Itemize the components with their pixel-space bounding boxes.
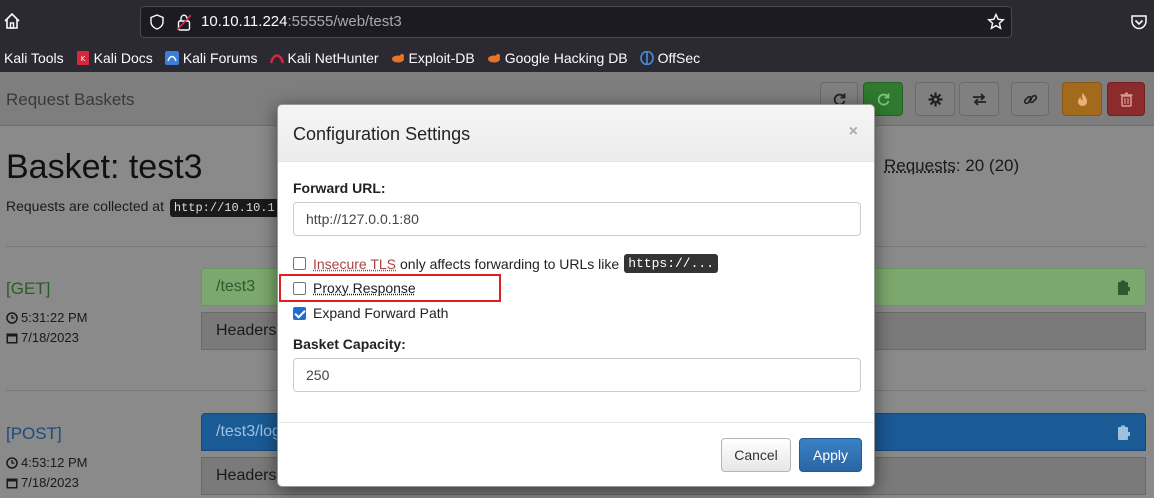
calendar-icon [6,333,18,343]
brand[interactable]: Request Baskets [6,90,135,110]
date-text: 7/18/2023 [21,330,79,345]
insecure-tls-label[interactable]: Insecure TLS [313,256,396,272]
bookmark-label: Kali Tools [4,50,64,66]
delete-basket-button[interactable] [1107,82,1145,116]
basket-title: Basket: test3 [6,148,203,186]
cancel-button[interactable]: Cancel [721,438,791,472]
insecure-tls-checkbox[interactable] [293,257,306,270]
requests-label: Requests [884,156,956,175]
basket-capacity-input[interactable] [293,358,861,392]
proxy-response-checkbox[interactable] [293,281,306,295]
bookmark-label: Kali Docs [93,50,153,66]
expand-forward-path-checkbox[interactable] [293,306,306,320]
insecure-tls-code: https://... [624,254,719,273]
modal-title: Configuration Settings [293,124,471,144]
config-settings-modal: Configuration Settings × Forward URL: In… [277,104,875,487]
gear-icon [928,92,942,106]
requests-count: : 20 (20) [955,156,1020,175]
link-icon [1023,94,1037,104]
request-path: /test3/log [216,423,281,440]
fire-icon [1077,92,1087,106]
bookmark-exploit-db[interactable]: Exploit-DB [391,50,475,66]
modal-footer-divider [278,422,874,423]
url-path: :55555/web/test3 [287,13,402,30]
settings-button[interactable] [915,82,955,116]
pocket-icon[interactable] [1130,13,1148,31]
time-text: 4:53:12 PM [21,455,88,470]
bookmark-label: Exploit-DB [408,50,475,66]
clear-requests-button[interactable] [1062,82,1102,116]
clipboard-icon[interactable] [1117,280,1131,296]
shield-icon[interactable] [149,14,165,30]
request-method: [POST] [6,424,62,443]
insecure-tls-text: only affects forwarding to URLs like [400,255,620,272]
bookmark-kali-docs[interactable]: K Kali Docs [76,50,153,66]
ghdb-icon [487,54,500,63]
request-date: 7/18/2023 [6,475,79,490]
nethunter-icon [269,54,284,64]
responses-button[interactable] [959,82,999,116]
exploit-db-icon [391,54,404,63]
requests-stat: Requests: 20 (20) [884,156,1019,176]
kali-forums-icon [164,51,179,65]
bookmark-star-icon[interactable] [987,13,1005,31]
bookmark-label: Kali NetHunter [287,50,379,66]
request-path: /test3 [216,278,256,295]
insecure-lock-icon[interactable] [177,14,191,31]
url-bar[interactable]: 10.10.11.224:55555/web/test3 [140,6,1012,38]
close-button[interactable]: × [849,123,858,141]
bookmark-label: OffSec [657,50,701,66]
bookmark-kali-nethunter[interactable]: Kali NetHunter [269,50,379,66]
proxy-response-label[interactable]: Proxy Response [313,280,416,296]
insecure-tls-row: Insecure TLS only affects forwarding to … [293,254,719,273]
expand-path-label[interactable]: Expand Forward Path [313,305,448,321]
basket-capacity-label: Basket Capacity: [293,336,406,352]
calendar-icon [6,478,18,488]
bookmark-offsec[interactable]: OffSec [639,50,701,66]
forward-url-label: Forward URL: [293,180,386,196]
request-date: 7/18/2023 [6,330,79,345]
kali-docs-icon: K [76,51,89,65]
url-host: 10.10.11.224 [201,13,288,30]
apply-button[interactable]: Apply [799,438,862,472]
date-text: 7/18/2023 [21,475,79,490]
headers-label: Headers [216,322,277,339]
clock-icon [6,311,18,324]
bookmark-kali-tools[interactable]: Kali Tools [4,50,64,66]
forward-url-input[interactable] [293,202,861,236]
refresh-icon [877,93,889,105]
bookmark-label: Kali Forums [182,50,258,66]
svg-text:K: K [80,55,85,63]
request-time: 5:31:22 PM [6,310,88,325]
modal-header: Configuration Settings × [278,105,874,162]
collected-url: http://10.10.1 [169,199,279,217]
expand-path-row: Expand Forward Path [293,305,448,321]
proxy-response-row: Proxy Response [293,280,416,296]
clock-icon [6,456,18,469]
home-icon[interactable] [3,12,21,30]
request-time: 4:53:12 PM [6,455,88,470]
bookmarks-bar: Kali Tools K Kali Docs Kali Forums Kali N… [0,44,1154,72]
bookmark-kali-forums[interactable]: Kali Forums [164,50,258,66]
bookmark-ghdb[interactable]: Google Hacking DB [487,50,628,66]
offsec-icon [639,51,654,65]
trash-icon [1120,92,1132,107]
time-text: 5:31:22 PM [21,310,88,325]
exchange-icon [972,92,986,106]
request-method: [GET] [6,279,51,298]
browser-toolbar: 10.10.11.224:55555/web/test3 [0,0,1154,44]
collected-info: Requests are collected at http://10.10.1 [6,198,279,217]
share-link-button[interactable] [1011,82,1049,116]
headers-label: Headers [216,467,277,484]
url-text: 10.10.11.224:55555/web/test3 [201,13,402,30]
clipboard-icon[interactable] [1117,425,1131,441]
bookmark-label: Google Hacking DB [504,50,628,66]
collected-text: Requests are collected at [6,198,164,214]
